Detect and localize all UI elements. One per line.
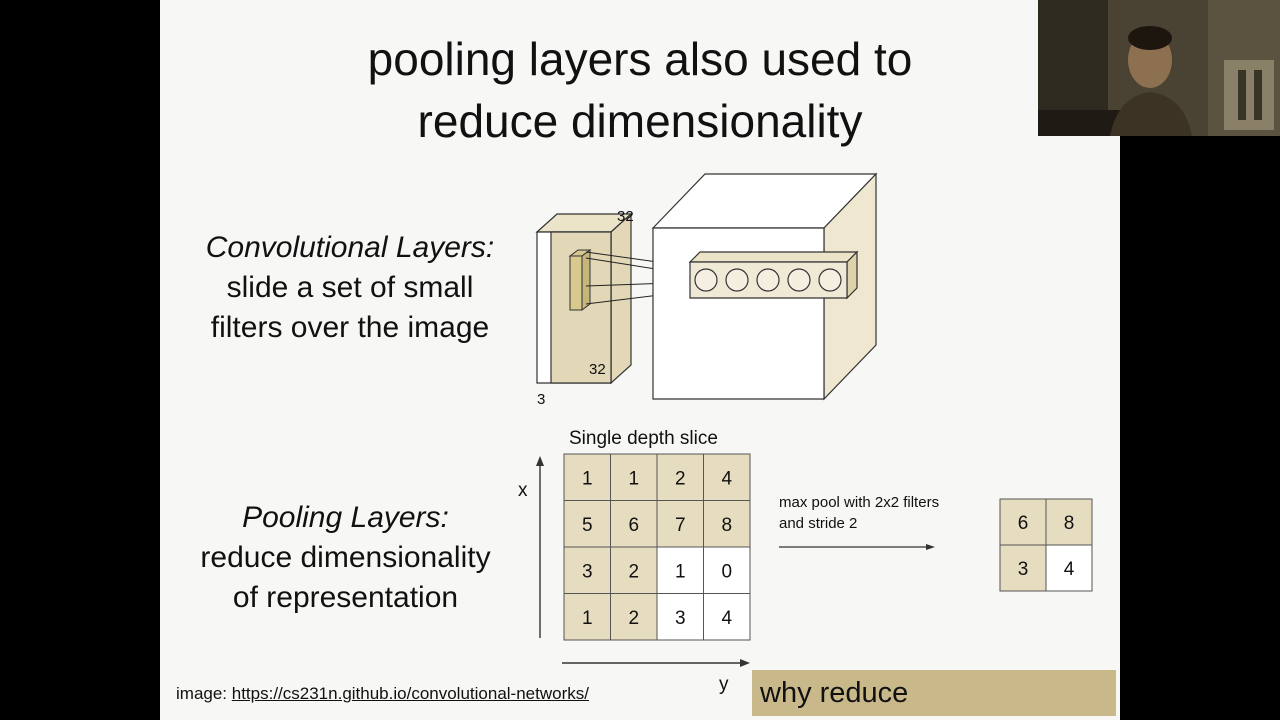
output-grid-value: 8 <box>1064 513 1075 534</box>
webcam-window-frame-1 <box>1238 70 1246 120</box>
input-grid-value: 1 <box>628 468 639 489</box>
neuron-circle <box>725 268 749 292</box>
x-axis-arrowhead <box>536 456 544 466</box>
image-credit-prefix: image: <box>176 684 232 703</box>
webcam-window-frame-2 <box>1254 70 1262 120</box>
op-arrowhead <box>926 544 935 550</box>
dim-height-label: 32 <box>589 361 606 378</box>
image-credit: image: https://cs231n.github.io/convolut… <box>176 684 589 704</box>
input-grid-value: 4 <box>721 468 732 489</box>
input-grid: 1 1 2 4 5 6 7 8 3 2 1 0 1 2 3 4 <box>563 453 751 641</box>
person-hair <box>1128 26 1172 50</box>
pool-diagram: Single depth slice x y 1 1 2 45 6 7 83 2 1 01 2 3 4 … <box>518 428 1093 695</box>
dim-width-label: 32 <box>617 208 634 225</box>
output-grid-value: 3 <box>1018 559 1029 580</box>
conv-diagram: 32 32 3 <box>535 172 878 408</box>
output-grid-value: 4 <box>1064 559 1075 580</box>
input-grid-value: 1 <box>582 608 593 629</box>
webcam-frame <box>1038 0 1280 136</box>
neuron-circle <box>818 268 842 292</box>
webcam-video <box>1038 0 1280 136</box>
slice-title: Single depth slice <box>569 428 718 449</box>
input-grid-value: 4 <box>721 608 732 629</box>
webcam-window <box>1224 60 1274 130</box>
input-grid-value: 2 <box>675 468 686 489</box>
receptive-field-front <box>569 255 583 311</box>
input-grid-value: 3 <box>582 561 593 582</box>
input-grid-value: 6 <box>628 515 639 536</box>
input-grid-value: 8 <box>721 515 732 536</box>
receptive-field-side <box>581 249 591 311</box>
question-box: why reduce dimensionality? <box>752 670 1116 716</box>
input-grid-value: 5 <box>582 515 593 536</box>
op-description-line-1: max pool with 2x2 filters <box>779 494 939 511</box>
output-grid-value: 6 <box>1018 513 1029 534</box>
op-description-line-2: and stride 2 <box>779 515 857 532</box>
neuron-circle <box>787 268 811 292</box>
diagram-canvas: 32 32 3 Single depth slice x y 1 1 2 45 6 7 83… <box>518 172 1093 695</box>
slide: pooling layers also used to reduce dimen… <box>160 0 1120 720</box>
output-grid: 6 8 3 4 <box>999 498 1093 592</box>
y-axis-arrowhead <box>740 659 750 667</box>
y-axis-label: y <box>719 674 729 695</box>
input-grid-value: 0 <box>721 561 732 582</box>
dim-depth-label: 3 <box>537 391 545 408</box>
neuron-column-top <box>688 251 859 263</box>
image-credit-link[interactable]: https://cs231n.github.io/convolutional-n… <box>232 684 589 703</box>
input-grid-value: 1 <box>582 468 593 489</box>
neuron-circle <box>694 268 718 292</box>
input-grid-value: 2 <box>628 608 639 629</box>
neuron-circle <box>756 268 780 292</box>
input-grid-value: 1 <box>675 561 686 582</box>
input-grid-value: 7 <box>675 515 686 536</box>
input-grid-value: 3 <box>675 608 686 629</box>
x-axis-label: x <box>518 480 528 501</box>
input-grid-value: 2 <box>628 561 639 582</box>
